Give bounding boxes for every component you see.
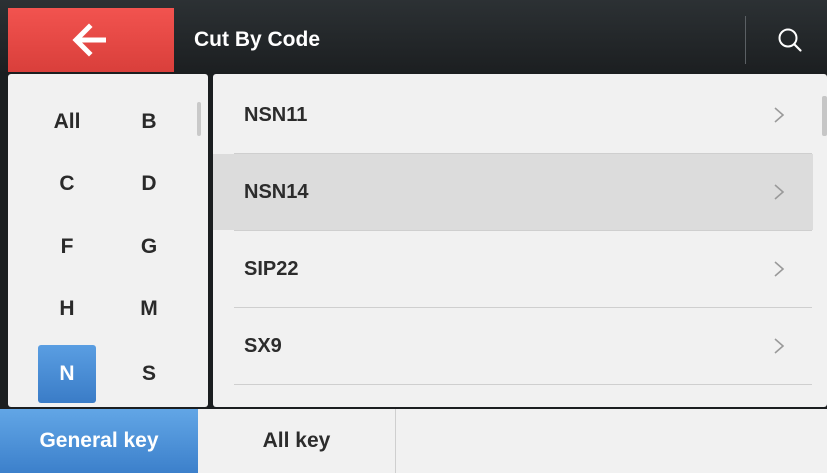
letter-item-h[interactable]: H (38, 280, 96, 338)
list-item-label: NSN11 (244, 104, 308, 126)
list-item[interactable]: SX9 (213, 308, 813, 384)
tab-divider (395, 409, 396, 473)
back-button[interactable] (8, 8, 174, 72)
chevron-right-icon (773, 231, 785, 307)
list-item[interactable]: NSN11 (213, 77, 813, 153)
letter-item-n[interactable]: N (38, 345, 96, 403)
chevron-right-icon (773, 77, 785, 153)
letter-item-m[interactable]: M (120, 280, 178, 338)
search-button[interactable] (760, 8, 820, 72)
letter-item-c[interactable]: C (38, 155, 96, 213)
arrow-left-icon (72, 23, 106, 57)
header-bar: Cut By Code (0, 0, 827, 72)
page-title: Cut By Code (194, 28, 320, 51)
key-list: NSN11 NSN14 SIP22 SX9 (213, 74, 827, 407)
chevron-right-icon (773, 308, 785, 384)
letter-index-panel: All B C D F G H M N S (8, 74, 208, 407)
letter-item-all[interactable]: All (38, 93, 96, 151)
list-item-label: NSN14 (244, 181, 309, 203)
search-icon (778, 28, 802, 52)
tab-general-key[interactable]: General key (0, 409, 198, 473)
list-divider (234, 384, 812, 385)
bottom-tab-bar: General key All key (0, 409, 827, 473)
chevron-right-icon (773, 154, 785, 230)
key-list-scrollbar[interactable] (822, 96, 827, 136)
letter-index-scrollbar[interactable] (197, 102, 201, 136)
list-item[interactable]: SIP22 (213, 231, 813, 307)
header-divider (745, 16, 746, 64)
list-item-label: SIP22 (244, 258, 299, 280)
tab-all-key[interactable]: All key (198, 409, 395, 473)
list-item[interactable]: NSN14 (213, 154, 813, 230)
letter-item-f[interactable]: F (38, 218, 96, 276)
letter-item-b[interactable]: B (120, 93, 178, 151)
letter-item-g[interactable]: G (120, 218, 178, 276)
letter-item-s[interactable]: S (120, 345, 178, 403)
letter-item-d[interactable]: D (120, 155, 178, 213)
list-item-label: SX9 (244, 335, 282, 357)
